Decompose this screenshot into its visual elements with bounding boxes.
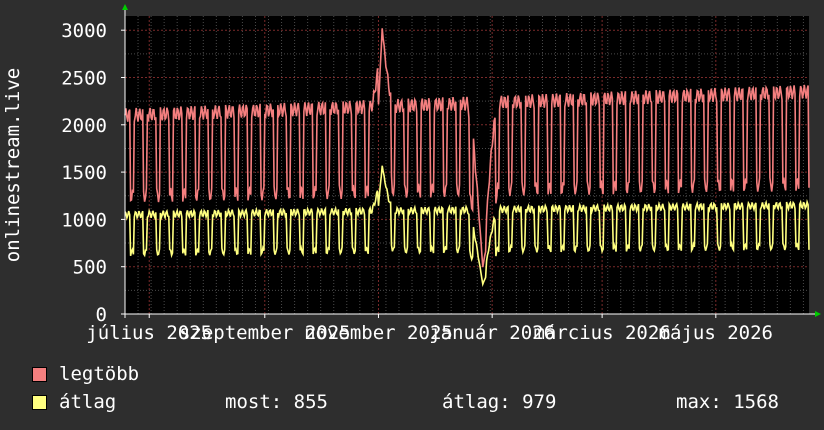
legend-max: legtöbb (32, 363, 139, 385)
y-tick-label: 1500 (61, 162, 107, 184)
legend-avg: átlag (32, 391, 116, 413)
stat-maximum: max: 1568 (676, 391, 779, 413)
legend-max-label: legtöbb (59, 363, 140, 385)
legend-max-swatch (32, 366, 47, 382)
stat-current: most: 855 (225, 391, 328, 413)
stat-average: átlag: 979 (442, 391, 557, 413)
x-tick-label: március 2026 (533, 322, 670, 344)
y-tick-label: 2000 (61, 115, 107, 137)
y-axis-arrow (122, 4, 128, 10)
y-tick-label: 1000 (61, 209, 107, 231)
legend-avg-swatch (32, 394, 47, 410)
x-axis-arrow (815, 311, 821, 317)
x-tick-label: május 2026 (659, 322, 773, 344)
plot-area (125, 16, 809, 314)
legend-avg-label: átlag (59, 391, 117, 413)
y-axis-label: onlinestream.live (2, 68, 24, 262)
y-tick-label: 500 (73, 257, 107, 279)
y-tick-label: 3000 (61, 20, 107, 42)
y-tick-label: 2500 (61, 67, 107, 89)
